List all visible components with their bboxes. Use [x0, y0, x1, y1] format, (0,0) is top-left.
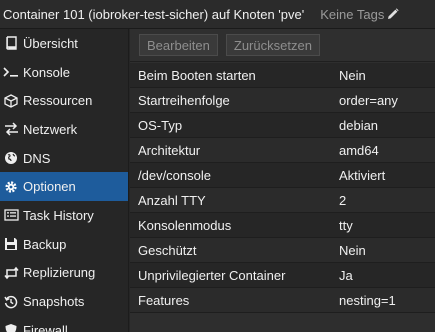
sidebar-item-snapshots[interactable]: Snapshots: [0, 287, 128, 316]
list-icon: [2, 207, 20, 223]
table-row[interactable]: Anzahl TTY 2: [130, 188, 435, 213]
title-bar: Container 101 (iobroker-test-sicher) auf…: [0, 0, 435, 29]
cube-icon: [2, 93, 20, 109]
gear-icon: [2, 179, 20, 195]
sidebar-item-konsole[interactable]: Konsole: [0, 58, 128, 87]
sidebar-item-label: Übersicht: [23, 35, 78, 51]
option-value: debian: [339, 117, 379, 133]
book-icon: [2, 35, 20, 51]
option-value: Ja: [339, 267, 353, 283]
option-key: Features: [138, 292, 190, 308]
option-value: tty: [339, 217, 353, 233]
sidebar-item-label: Optionen: [23, 179, 76, 195]
shield-icon: [2, 322, 20, 332]
option-value: amd64: [339, 142, 379, 158]
option-key: OS-Typ: [138, 117, 183, 133]
option-value: Nein: [339, 242, 366, 258]
sidebar-item-label: DNS: [23, 150, 51, 166]
toolbar: Bearbeiten Zurücksetzen: [130, 29, 435, 62]
sidebar-item-task-history[interactable]: Task History: [0, 201, 128, 230]
edit-button[interactable]: Bearbeiten: [139, 34, 218, 56]
sidebar: Übersicht Konsole Ressourcen Netzwerk DN…: [0, 29, 129, 332]
sidebar-item-label: Netzwerk: [23, 121, 78, 137]
option-key: Geschützt: [138, 242, 197, 258]
sidebar-item-label: Firewall: [23, 322, 68, 332]
sidebar-item-replizierung[interactable]: Replizierung: [0, 259, 128, 288]
window-title: Container 101 (iobroker-test-sicher) auf…: [3, 6, 305, 22]
floppy-icon: [2, 236, 20, 252]
table-row[interactable]: /dev/console Aktiviert: [130, 163, 435, 188]
option-key: Beim Booten starten: [138, 67, 256, 83]
option-key: Unprivilegierter Container: [138, 267, 286, 283]
table-row[interactable]: Features nesting=1: [130, 288, 435, 313]
tags-label[interactable]: Keine Tags: [320, 7, 384, 22]
option-key: Konsolenmodus: [138, 217, 232, 233]
sidebar-item-ressourcen[interactable]: Ressourcen: [0, 86, 128, 115]
sidebar-item-uebersicht[interactable]: Übersicht: [0, 29, 128, 58]
option-key: /dev/console: [138, 167, 211, 183]
table-row[interactable]: Startreihenfolge order=any: [130, 88, 435, 113]
sidebar-item-firewall[interactable]: Firewall: [0, 316, 128, 332]
sidebar-item-label: Konsole: [23, 64, 70, 80]
retweet-icon: [2, 265, 20, 281]
option-value: 2: [339, 192, 347, 208]
sidebar-item-label: Snapshots: [23, 294, 85, 310]
table-row[interactable]: Geschützt Nein: [130, 238, 435, 263]
sidebar-item-label: Ressourcen: [23, 93, 93, 109]
sidebar-item-dns[interactable]: DNS: [0, 144, 128, 173]
option-value: nesting=1: [339, 292, 396, 308]
sidebar-item-label: Replizierung: [23, 265, 96, 281]
sidebar-item-label: Task History: [23, 207, 94, 223]
sidebar-item-backup[interactable]: Backup: [0, 230, 128, 259]
table-row[interactable]: OS-Typ debian: [130, 113, 435, 138]
table-row[interactable]: Architektur amd64: [130, 138, 435, 163]
options-panel: Bearbeiten Zurücksetzen Beim Booten star…: [130, 29, 435, 332]
sidebar-item-label: Backup: [23, 236, 67, 252]
exchange-icon: [2, 121, 20, 137]
option-value: Aktiviert: [339, 167, 386, 183]
option-key: Startreihenfolge: [138, 92, 230, 108]
pencil-icon[interactable]: [387, 8, 399, 20]
option-key: Anzahl TTY: [138, 192, 206, 208]
terminal-icon: [2, 64, 20, 80]
options-grid: Beim Booten starten Nein Startreihenfolg…: [130, 63, 435, 313]
table-row[interactable]: Unprivilegierter Container Ja: [130, 263, 435, 288]
reset-button[interactable]: Zurücksetzen: [225, 34, 320, 56]
option-value: order=any: [339, 92, 398, 108]
option-key: Architektur: [138, 142, 201, 158]
table-row[interactable]: Konsolenmodus tty: [130, 213, 435, 238]
option-value: Nein: [339, 67, 366, 83]
history-icon: [2, 294, 20, 310]
sidebar-item-optionen[interactable]: Optionen: [0, 172, 128, 202]
globe-icon: [2, 150, 20, 166]
table-row[interactable]: Beim Booten starten Nein: [130, 63, 435, 88]
sidebar-item-netzwerk[interactable]: Netzwerk: [0, 115, 128, 144]
